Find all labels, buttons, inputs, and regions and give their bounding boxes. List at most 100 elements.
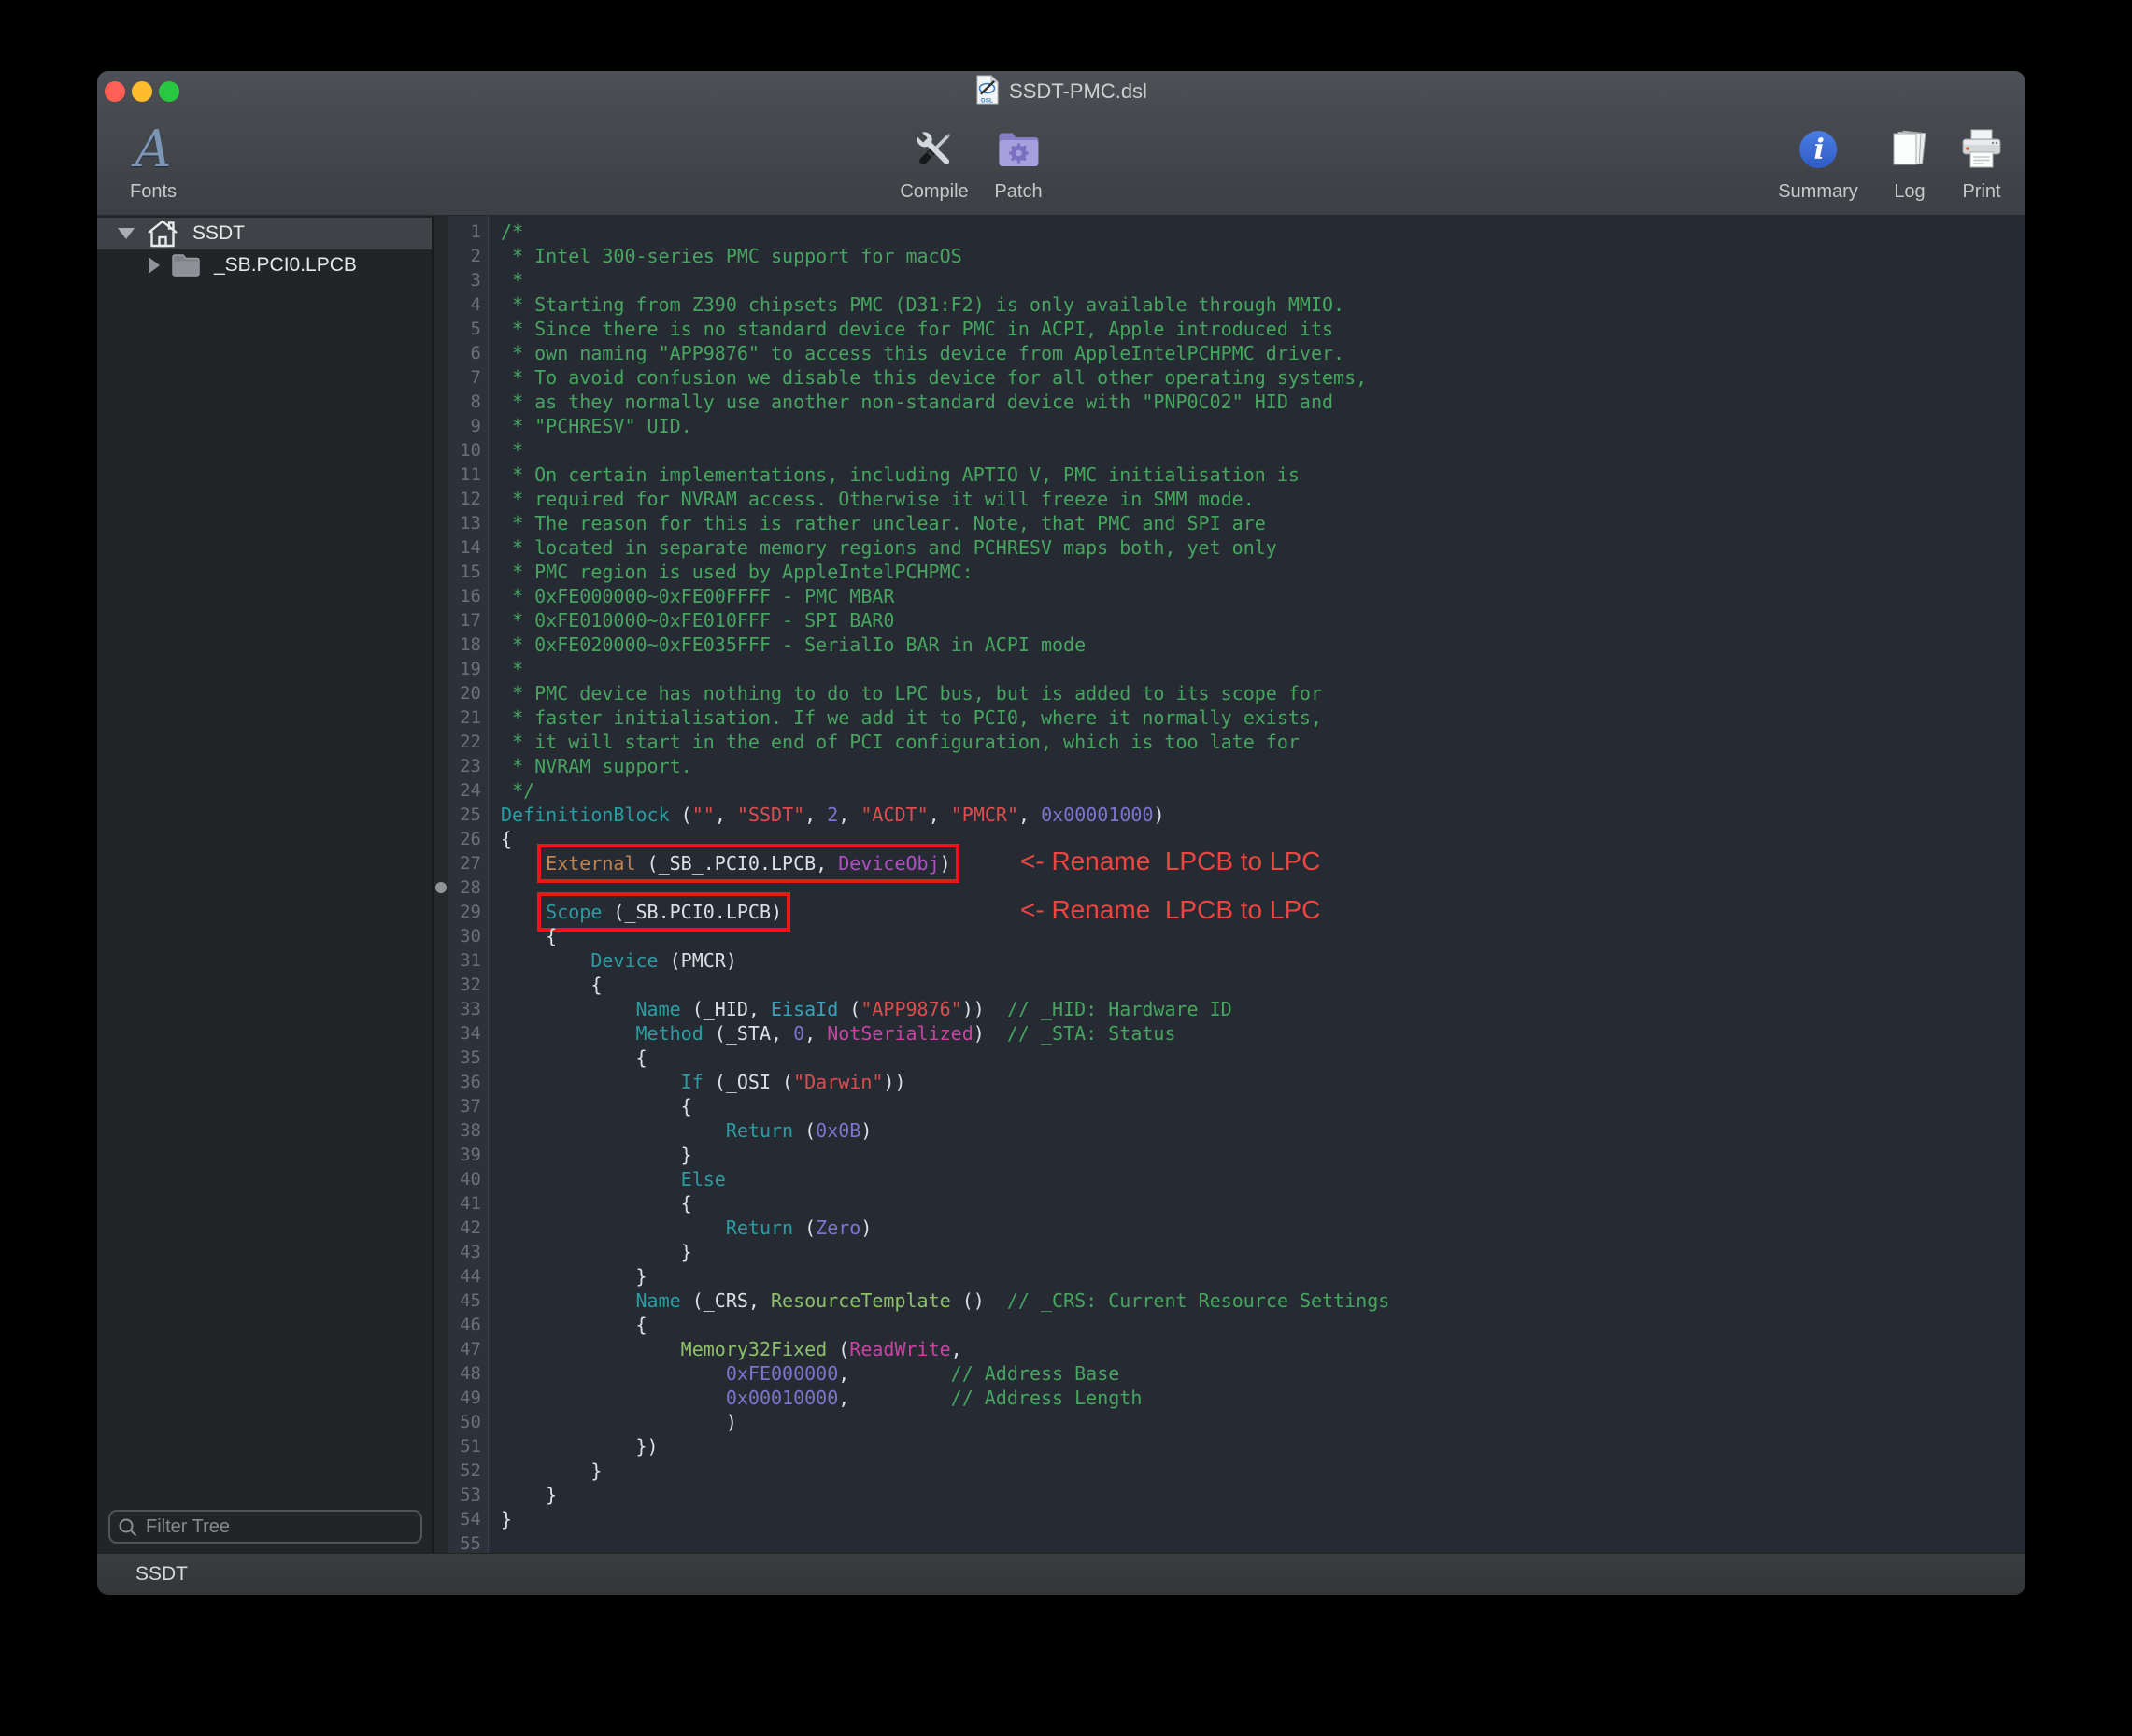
tree-row-lpcb[interactable]: _SB.PCI0.LPCB — [97, 249, 432, 281]
code-line[interactable]: 55 — [434, 1531, 2025, 1553]
gutter-marker-cell[interactable] — [434, 705, 448, 730]
code-line[interactable]: 43 } — [434, 1240, 2025, 1264]
code-line[interactable]: 40 Else — [434, 1167, 2025, 1191]
gutter-marker-cell[interactable] — [434, 511, 448, 535]
gutter-marker-cell[interactable] — [434, 341, 448, 365]
code-line[interactable]: 37 { — [434, 1094, 2025, 1118]
gutter-marker-cell[interactable] — [434, 827, 448, 851]
code-lines[interactable]: 1/*2 * Intel 300-series PMC support for … — [434, 220, 2025, 1553]
gutter-marker-cell[interactable] — [434, 1216, 448, 1240]
gutter-marker-cell[interactable] — [434, 1167, 448, 1191]
code-line[interactable]: 53 } — [434, 1483, 2025, 1507]
code-line[interactable]: 18 * 0xFE020000~0xFE035FFF - SerialIo BA… — [434, 633, 2025, 657]
gutter-marker-cell[interactable] — [434, 730, 448, 754]
log-button[interactable]: Log — [1888, 120, 1931, 203]
gutter-marker-cell[interactable] — [434, 1118, 448, 1143]
gutter-marker-cell[interactable] — [434, 535, 448, 560]
code-line[interactable]: 29 Scope (_SB.PCI0.LPCB)<- Rename LPCB t… — [434, 900, 2025, 924]
gutter-marker-cell[interactable] — [434, 462, 448, 487]
code-line[interactable]: 27 External (_SB_.PCI0.LPCB, DeviceObj)<… — [434, 851, 2025, 875]
disclosure-right-icon[interactable] — [149, 257, 160, 274]
gutter-marker-cell[interactable] — [434, 560, 448, 584]
gutter-marker-cell[interactable] — [434, 1386, 448, 1410]
code-line[interactable]: 31 Device (PMCR) — [434, 948, 2025, 973]
code-editor[interactable]: 1/*2 * Intel 300-series PMC support for … — [434, 216, 2025, 1553]
minimize-button[interactable] — [132, 81, 152, 102]
code-line[interactable]: 13 * The reason for this is rather uncle… — [434, 511, 2025, 535]
code-line[interactable]: 4 * Starting from Z390 chipsets PMC (D31… — [434, 292, 2025, 317]
gutter-marker-cell[interactable] — [434, 438, 448, 462]
code-line[interactable]: 48 0xFE000000, // Address Base — [434, 1361, 2025, 1386]
code-line[interactable]: 5 * Since there is no standard device fo… — [434, 317, 2025, 341]
gutter-marker-cell[interactable] — [434, 268, 448, 292]
gutter-marker-cell[interactable] — [434, 317, 448, 341]
code-line[interactable]: 36 If (_OSI ("Darwin")) — [434, 1070, 2025, 1094]
gutter-marker-cell[interactable] — [434, 778, 448, 803]
code-line[interactable]: 49 0x00010000, // Address Length — [434, 1386, 2025, 1410]
gutter-marker-cell[interactable] — [434, 608, 448, 633]
gutter-marker-cell[interactable] — [434, 1434, 448, 1459]
tree-row-ssdt[interactable]: SSDT — [97, 218, 432, 249]
code-line[interactable]: 17 * 0xFE010000~0xFE010FFF - SPI BAR0 — [434, 608, 2025, 633]
zoom-button[interactable] — [159, 81, 179, 102]
code-line[interactable]: 19 * — [434, 657, 2025, 681]
gutter-marker-cell[interactable] — [434, 390, 448, 414]
code-line[interactable]: 9 * "PCHRESV" UID. — [434, 414, 2025, 438]
code-line[interactable]: 24 */ — [434, 778, 2025, 803]
code-line[interactable]: 54} — [434, 1507, 2025, 1531]
code-line[interactable]: 23 * NVRAM support. — [434, 754, 2025, 778]
close-button[interactable] — [105, 81, 125, 102]
code-line[interactable]: 50 ) — [434, 1410, 2025, 1434]
code-line[interactable]: 10 * — [434, 438, 2025, 462]
title-bar[interactable]: DSL SSDT-PMC.dsl — [97, 71, 2025, 112]
code-line[interactable]: 42 Return (Zero) — [434, 1216, 2025, 1240]
code-line[interactable]: 51 }) — [434, 1434, 2025, 1459]
code-line[interactable]: 2 * Intel 300-series PMC support for mac… — [434, 244, 2025, 268]
code-line[interactable]: 3 * — [434, 268, 2025, 292]
code-line[interactable]: 15 * PMC region is used by AppleIntelPCH… — [434, 560, 2025, 584]
code-line[interactable]: 30 { — [434, 924, 2025, 948]
code-line[interactable]: 45 Name (_CRS, ResourceTemplate () // _C… — [434, 1288, 2025, 1313]
gutter-marker-cell[interactable] — [434, 1313, 448, 1337]
acpi-tree[interactable]: SSDT _SB.PCI0.LPCB — [97, 216, 432, 1502]
code-line[interactable]: 16 * 0xFE000000~0xFE00FFFF - PMC MBAR — [434, 584, 2025, 608]
gutter-marker-cell[interactable] — [434, 1070, 448, 1094]
fonts-button[interactable]: A Fonts — [130, 120, 177, 203]
patch-button[interactable]: Patch — [994, 120, 1042, 203]
code-line[interactable]: 25DefinitionBlock ("", "SSDT", 2, "ACDT"… — [434, 803, 2025, 827]
gutter-marker-dot[interactable] — [435, 882, 447, 893]
gutter-marker-cell[interactable] — [434, 681, 448, 705]
gutter-marker-cell[interactable] — [434, 365, 448, 390]
code-line[interactable]: 32 { — [434, 973, 2025, 997]
code-line[interactable]: 21 * faster initialisation. If we add it… — [434, 705, 2025, 730]
code-line[interactable]: 1/* — [434, 220, 2025, 244]
code-line[interactable]: 20 * PMC device has nothing to do to LPC… — [434, 681, 2025, 705]
gutter-marker-cell[interactable] — [434, 1240, 448, 1264]
code-line[interactable]: 33 Name (_HID, EisaId ("APP9876")) // _H… — [434, 997, 2025, 1021]
gutter-marker-cell[interactable] — [434, 948, 448, 973]
filter-tree-input[interactable] — [108, 1510, 422, 1544]
code-line[interactable]: 44 } — [434, 1264, 2025, 1288]
compile-button[interactable]: Compile — [900, 120, 968, 203]
gutter-marker-cell[interactable] — [434, 657, 448, 681]
gutter-marker-cell[interactable] — [434, 1459, 448, 1483]
disclosure-down-icon[interactable] — [118, 228, 135, 239]
code-line[interactable]: 41 { — [434, 1191, 2025, 1216]
gutter-marker-cell[interactable] — [434, 584, 448, 608]
gutter-marker-cell[interactable] — [434, 754, 448, 778]
gutter-marker-cell[interactable] — [434, 875, 448, 900]
gutter-marker-cell[interactable] — [434, 1337, 448, 1361]
code-line[interactable]: 35 { — [434, 1046, 2025, 1070]
gutter-marker-cell[interactable] — [434, 633, 448, 657]
print-button[interactable]: Print — [1959, 120, 2004, 203]
code-line[interactable]: 11 * On certain implementations, includi… — [434, 462, 2025, 487]
gutter-marker-cell[interactable] — [434, 1021, 448, 1046]
gutter-marker-cell[interactable] — [434, 924, 448, 948]
gutter-marker-cell[interactable] — [434, 997, 448, 1021]
code-line[interactable]: 22 * it will start in the end of PCI con… — [434, 730, 2025, 754]
code-line[interactable]: 46 { — [434, 1313, 2025, 1337]
gutter-marker-cell[interactable] — [434, 487, 448, 511]
gutter-marker-cell[interactable] — [434, 1531, 448, 1553]
code-line[interactable]: 34 Method (_STA, 0, NotSerialized) // _S… — [434, 1021, 2025, 1046]
gutter-marker-cell[interactable] — [434, 1143, 448, 1167]
